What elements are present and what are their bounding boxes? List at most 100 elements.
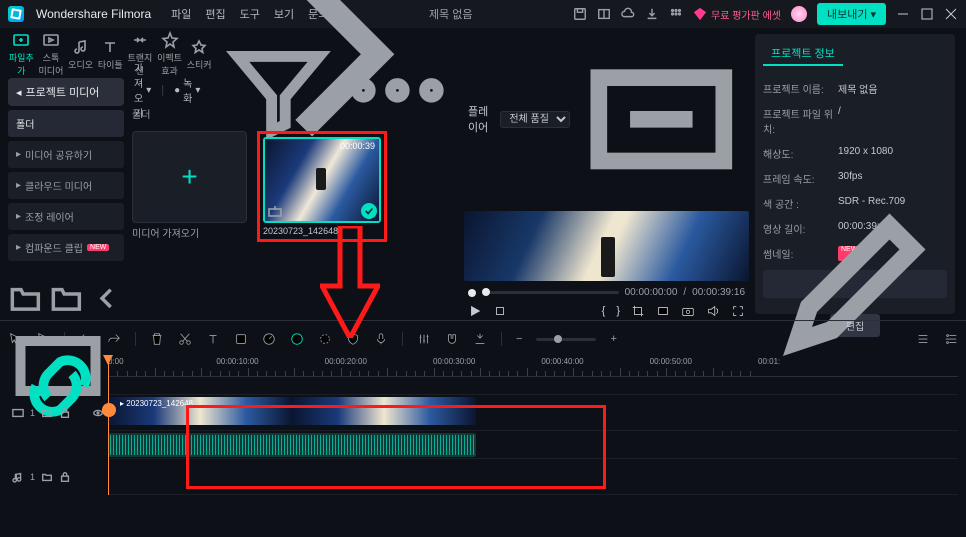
time-total: 00:00:39:16 — [692, 287, 745, 298]
marker-add-icon[interactable] — [473, 332, 487, 346]
marker-icon[interactable] — [656, 304, 670, 318]
color-icon[interactable] — [290, 332, 304, 346]
annotation-highlight: 00:00:39 20230723_142648 — [257, 131, 387, 242]
delete-icon[interactable] — [150, 332, 164, 346]
clip-duration: 00:00:39 — [340, 141, 375, 151]
save-icon[interactable] — [573, 7, 587, 21]
music-track-head[interactable]: 1 — [8, 459, 108, 495]
audio-inline-track[interactable] — [108, 431, 958, 459]
music-track[interactable] — [108, 459, 958, 495]
export-button[interactable]: 내보내기▾ — [817, 3, 886, 25]
mic-icon[interactable] — [374, 332, 388, 346]
timeline-toolbar: − + — [8, 325, 958, 353]
settings-gear-icon[interactable] — [944, 332, 958, 346]
tab-audio[interactable]: 오디오 — [67, 38, 94, 71]
crop-tool-icon[interactable] — [234, 332, 248, 346]
new-folder-icon[interactable] — [8, 281, 43, 316]
menu-file[interactable]: 파일 — [171, 6, 191, 22]
redo-icon[interactable] — [107, 332, 121, 346]
tab-stickers[interactable]: 스티커 — [186, 38, 213, 71]
sidebar-item-share[interactable]: ▸ 미디어 공유하기 — [8, 141, 124, 168]
snapshot-icon[interactable] — [681, 304, 695, 318]
import-media-tile[interactable]: + — [132, 131, 247, 223]
sidebar-item-adjust[interactable]: ▸ 조정 레이어 — [8, 203, 124, 230]
info-tab[interactable]: 프로젝트 정보 — [763, 42, 843, 66]
app-name: Wondershare Filmora — [36, 7, 151, 21]
apps-icon[interactable] — [669, 7, 683, 21]
app-logo — [8, 6, 24, 22]
effects-icon[interactable] — [318, 332, 332, 346]
maximize-button[interactable] — [920, 7, 934, 21]
timeline-audio-clip[interactable] — [108, 433, 476, 457]
close-button[interactable] — [944, 7, 958, 21]
cloud-icon[interactable] — [621, 7, 635, 21]
lock-icon[interactable] — [59, 407, 71, 419]
fit-icon[interactable] — [578, 36, 745, 203]
scrub-start-icon — [468, 289, 476, 297]
audio-track-head[interactable] — [8, 431, 108, 459]
sidebar-item-cloud[interactable]: ▸ 클라우드 미디어 — [8, 172, 124, 199]
sidebar-item-compound[interactable]: ▸ 컴파운드 클립 NEW — [8, 234, 124, 261]
collapse-icon[interactable] — [89, 281, 124, 316]
link-icon[interactable] — [12, 338, 108, 434]
clip-name: 20230723_142648 — [263, 223, 381, 236]
lock-icon[interactable] — [59, 471, 71, 483]
tab-effects[interactable]: 이펙트 효과 — [156, 31, 183, 77]
mixer-icon[interactable] — [417, 332, 431, 346]
media-search[interactable] — [210, 85, 214, 96]
tab-import[interactable]: 파일추가 — [8, 31, 35, 77]
import-tile-label: 미디어 가져오기 — [132, 225, 247, 240]
mark-in-icon[interactable]: { — [602, 305, 606, 317]
timeline-video-clip[interactable]: ▸ 20230723_142648 — [108, 397, 476, 425]
timeline-panel: − + 1 1 0:0000: — [0, 320, 966, 536]
zoom-out-icon[interactable]: − — [516, 333, 522, 345]
list-view-icon[interactable] — [916, 332, 930, 346]
download-icon[interactable] — [645, 7, 659, 21]
quality-select[interactable]: 전체 품질 — [500, 111, 570, 128]
media-toolbar: 가져오기 ▾ | ● 녹화 ▾ — [128, 78, 458, 102]
tab-titles[interactable]: 타이틀 — [97, 38, 124, 71]
zoom-in-icon[interactable]: + — [610, 333, 616, 345]
fullscreen-icon[interactable] — [731, 304, 745, 318]
zoom-slider[interactable] — [536, 338, 596, 341]
new-badge: NEW — [87, 244, 109, 251]
cut-icon[interactable] — [178, 332, 192, 346]
volume-icon[interactable] — [706, 304, 720, 318]
folder-small-icon[interactable] — [41, 471, 53, 483]
video-track-icon — [12, 407, 24, 419]
tab-stock[interactable]: 스톡 미디어 — [38, 31, 65, 77]
check-icon — [361, 203, 377, 219]
stop-icon[interactable] — [493, 304, 507, 318]
add-to-timeline-icon[interactable] — [268, 205, 282, 219]
folder-icon[interactable] — [49, 281, 84, 316]
record-dropdown[interactable]: ● 녹화 ▾ — [174, 75, 200, 105]
scrub-bar[interactable] — [482, 291, 619, 294]
thumbnail-placeholder[interactable] — [763, 270, 947, 298]
timeline-tracks[interactable]: 0:0000:00:10:0000:00:20:0000:00:30:0000:… — [108, 355, 958, 495]
project-media-button[interactable]: ◂ 프로젝트 미디어 — [8, 78, 124, 106]
speed-icon[interactable] — [262, 332, 276, 346]
magnet-icon[interactable] — [445, 332, 459, 346]
layout-icon[interactable] — [597, 7, 611, 21]
play-icon[interactable] — [468, 304, 482, 318]
shield-icon[interactable] — [346, 332, 360, 346]
mark-out-icon[interactable]: } — [616, 305, 620, 317]
sidebar-item-folder[interactable]: 폴더 — [8, 110, 124, 137]
preview-viewport[interactable] — [464, 211, 749, 281]
folder-heading: 폴더 — [128, 102, 458, 121]
preview-controls: { } — [464, 298, 749, 320]
playhead[interactable] — [108, 355, 109, 495]
crop-icon[interactable] — [631, 304, 645, 318]
time-current: 00:00:00:00 — [625, 287, 678, 298]
promo-banner[interactable]: 무료 평가판 에셋 — [693, 7, 781, 22]
plus-icon: + — [181, 151, 197, 203]
preview-panel: 플레이어 전체 품질 00:00:00:00 / 00:00:39:16 { } — [458, 28, 753, 320]
folder-small-icon[interactable] — [41, 407, 53, 419]
user-avatar[interactable] — [791, 6, 807, 22]
text-tool-icon[interactable] — [206, 332, 220, 346]
media-clip[interactable]: 00:00:39 — [263, 137, 381, 223]
minimize-button[interactable] — [896, 7, 910, 21]
video-track[interactable]: ▸ 20230723_142648 — [108, 395, 958, 431]
timeline-ruler[interactable]: 0:0000:00:10:0000:00:20:0000:00:30:0000:… — [108, 355, 958, 377]
titlebar: Wondershare Filmora 파일 편집 도구 보기 문의 제목 없음… — [0, 0, 966, 28]
